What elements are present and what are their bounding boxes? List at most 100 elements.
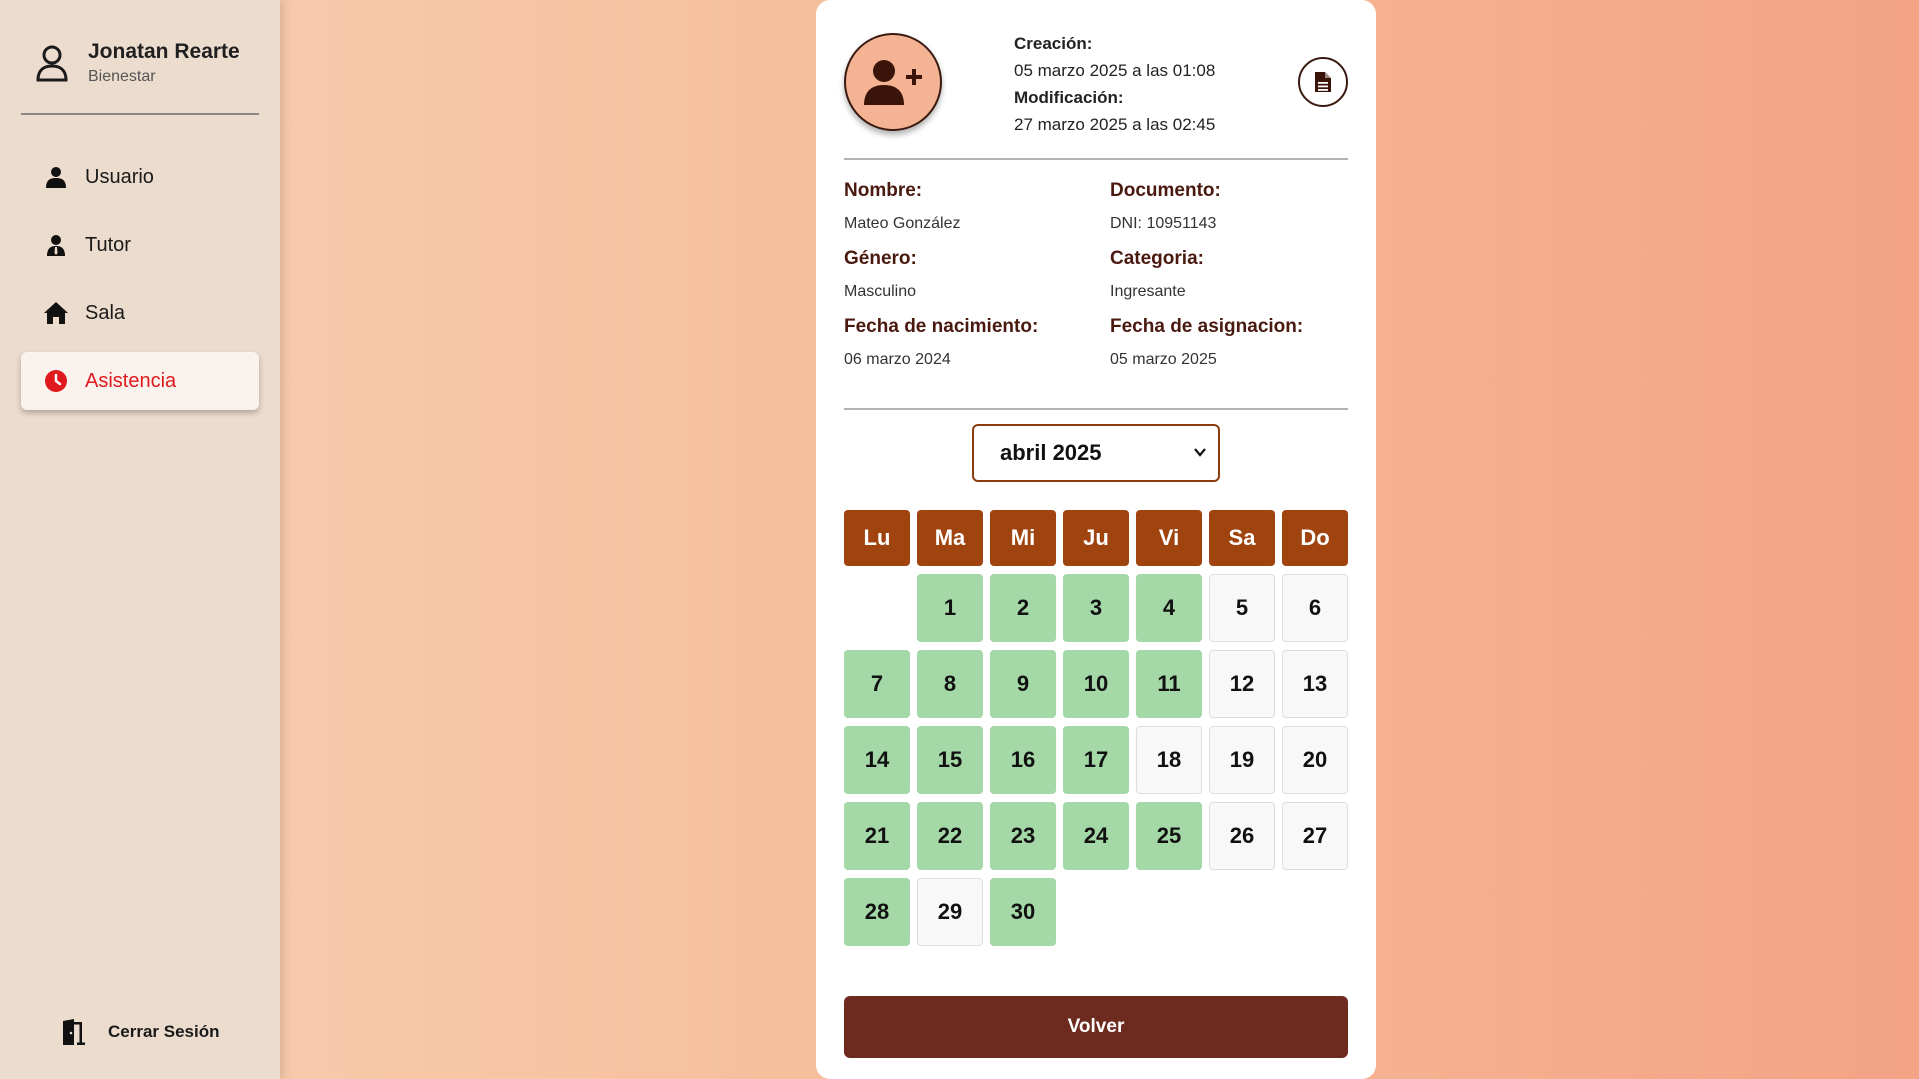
calendar-day-absent[interactable]: 6 [1282,574,1348,642]
weekday-header: Ju [1063,510,1129,566]
calendar-day-present[interactable]: 14 [844,726,910,794]
created-label: Creación: [1014,34,1093,53]
field-nacimiento: Fecha de nacimiento: 06 marzo 2024 [844,316,1110,384]
calendar-day-present[interactable]: 30 [990,878,1056,946]
calendar-day-present[interactable]: 11 [1136,650,1202,718]
field-label: Documento: [1110,180,1221,201]
weekday-header: Sa [1209,510,1275,566]
student-details: Nombre: Mateo González Documento: DNI: 1… [844,180,1348,384]
sidebar-item-asistencia[interactable]: Asistencia [21,352,259,410]
field-categoria: Categoria: Ingresante [1110,248,1348,316]
field-value: Ingresante [1110,283,1186,300]
logout-label: Cerrar Sesión [108,1022,220,1041]
sidebar: Jonatan Rearte Bienestar Usuario Tutor S… [0,0,280,1079]
chevron-down-icon [1194,448,1206,457]
calendar-day-absent[interactable]: 5 [1209,574,1275,642]
calendar-day-present[interactable]: 22 [917,802,983,870]
calendar-day-absent[interactable]: 12 [1209,650,1275,718]
created-value: 05 marzo 2025 a las 01:08 [1014,61,1216,80]
calendar-week-row: 14 15 16 17 18 19 20 [844,726,1348,794]
field-value: DNI: 10951143 [1110,215,1217,232]
modified-value: 27 marzo 2025 a las 02:45 [1014,115,1216,134]
profile-divider [21,113,259,115]
logout-button[interactable]: Cerrar Sesión [60,1018,220,1046]
field-value: Mateo González [844,215,961,232]
calendar-day-absent[interactable]: 20 [1282,726,1348,794]
weekday-header: Lu [844,510,910,566]
calendar-day-present[interactable]: 24 [1063,802,1129,870]
field-value: Masculino [844,283,917,300]
calendar-day-absent[interactable]: 18 [1136,726,1202,794]
student-card: Creación: 05 marzo 2025 a las 01:08 Modi… [816,0,1376,1079]
field-label: Nombre: [844,180,923,201]
avatar [844,33,942,131]
weekday-header: Do [1282,510,1348,566]
field-asignacion: Fecha de asignacion: 05 marzo 2025 [1110,316,1348,384]
attendance-calendar: Lu Ma Mi Ju Vi Sa Do 1 2 3 4 5 6 7 8 9 10 11 12 13 14 15 16 17 1… [844,510,1348,954]
calendar-day-present[interactable]: 25 [1136,802,1202,870]
calendar-week-row: 123456 [844,574,1348,642]
calendar-day-present[interactable]: 16 [990,726,1056,794]
calendar-day-absent[interactable]: 19 [1209,726,1275,794]
field-nombre: Nombre: Mateo González [844,180,1110,248]
calendar-empty-cell [844,574,910,642]
calendar-day-present[interactable]: 15 [917,726,983,794]
calendar-week-row: 21 22 23 24 25 26 27 [844,802,1348,870]
weekday-header-row: Lu Ma Mi Ju Vi Sa Do [844,510,1348,566]
field-value: 06 marzo 2024 [844,351,951,368]
calendar-day-present[interactable]: 28 [844,878,910,946]
calendar-day-present[interactable]: 21 [844,802,910,870]
calendar-day-absent[interactable]: 29 [917,878,983,946]
field-documento: Documento: DNI: 10951143 [1110,180,1348,248]
calendar-day-absent[interactable]: 27 [1282,802,1348,870]
sidebar-item-label: Asistencia [85,369,177,392]
field-label: Categoria: [1110,248,1204,269]
calendar-week-row: 28 29 30 [844,878,1348,946]
back-button[interactable]: Volver [844,996,1348,1058]
user-name: Jonatan Rearte [88,40,240,63]
sidebar-item-sala[interactable]: Sala [21,284,259,342]
document-button[interactable] [1298,57,1348,107]
field-label: Género: [844,248,917,269]
sidebar-item-label: Sala [85,301,126,324]
sidebar-item-label: Usuario [85,165,154,188]
user-profile: Jonatan Rearte Bienestar [36,40,240,86]
sidebar-item-tutor[interactable]: Tutor [21,216,259,274]
user-role: Bienestar [88,68,156,85]
calendar-day-present[interactable]: 8 [917,650,983,718]
user-plus-icon [864,60,922,105]
field-genero: Género: Masculino [844,248,1110,316]
sidebar-nav: Usuario Tutor Sala Asistencia [21,148,259,420]
divider [844,408,1348,410]
user-outline-icon [36,45,68,82]
sidebar-item-usuario[interactable]: Usuario [21,148,259,206]
modified-label: Modificación: [1014,88,1124,107]
calendar-day-present[interactable]: 7 [844,650,910,718]
calendar-day-present[interactable]: 10 [1063,650,1129,718]
calendar-day-absent[interactable]: 26 [1209,802,1275,870]
field-label: Fecha de asignacion: [1110,316,1304,337]
calendar-day-present[interactable]: 17 [1063,726,1129,794]
sidebar-item-label: Tutor [85,233,131,256]
field-label: Fecha de nacimiento: [844,316,1039,337]
calendar-day-present[interactable]: 1 [917,574,983,642]
user-icon [43,164,69,190]
field-value: 05 marzo 2025 [1110,351,1217,368]
record-meta: Creación: 05 marzo 2025 a las 01:08 Modi… [1014,30,1215,138]
door-exit-icon [63,1019,85,1045]
document-icon [1315,72,1331,92]
divider [844,158,1348,160]
month-select[interactable]: abril 2025 [972,424,1220,482]
calendar-day-present[interactable]: 9 [990,650,1056,718]
calendar-week-row: 7 8 9 10 11 12 13 [844,650,1348,718]
calendar-day-present[interactable]: 4 [1136,574,1202,642]
weekday-header: Mi [990,510,1056,566]
calendar-day-present[interactable]: 2 [990,574,1056,642]
clock-icon [43,368,69,394]
calendar-day-absent[interactable]: 13 [1282,650,1348,718]
calendar-day-present[interactable]: 3 [1063,574,1129,642]
month-select-value: abril 2025 [1000,440,1102,465]
home-icon [43,300,69,326]
weekday-header: Vi [1136,510,1202,566]
calendar-day-present[interactable]: 23 [990,802,1056,870]
